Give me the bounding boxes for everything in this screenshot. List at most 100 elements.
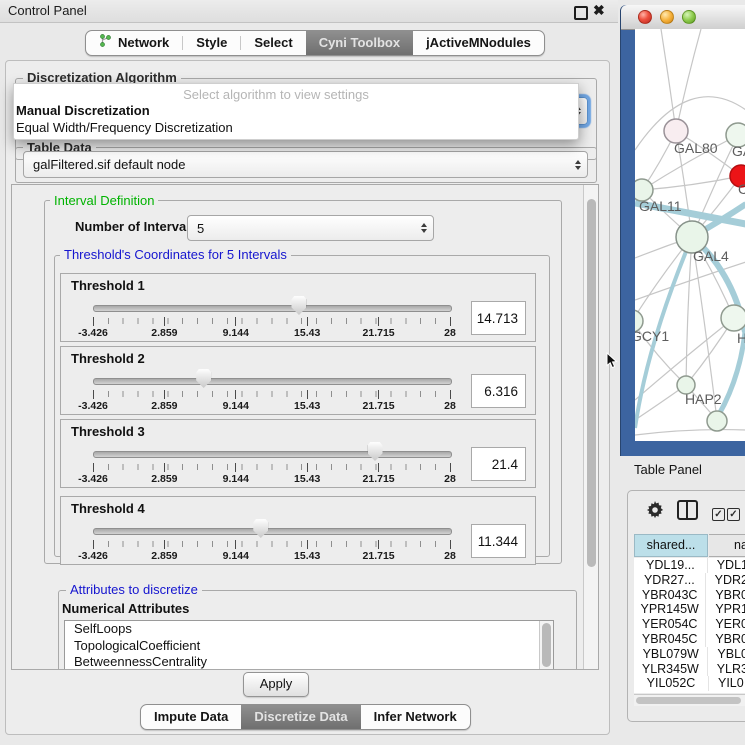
threshold-3-value-field[interactable]: 21.4 — [471, 447, 526, 481]
control-panel-titlebar: Control Panel — [0, 0, 618, 23]
network-view-window: GAL80GAGAL11CGAL4GCY1HHAP2 — [620, 5, 745, 456]
major-tick — [164, 390, 165, 399]
table-row[interactable]: YLR345WYLR3 — [634, 662, 745, 677]
number-of-intervals-value: 5 — [197, 216, 204, 240]
threshold-4-slider-thumb[interactable] — [253, 519, 268, 538]
tick-label: 15.43 — [294, 473, 320, 485]
network-edge[interactable] — [635, 430, 745, 435]
tab-network[interactable]: Network — [86, 31, 182, 55]
slider-ticks — [93, 540, 450, 549]
panel-title: Control Panel — [8, 3, 87, 18]
major-tick — [93, 317, 94, 326]
checkbox-icon[interactable]: ✓ — [727, 508, 740, 521]
column-header-name[interactable]: na — [709, 534, 745, 557]
table-row[interactable]: YER054CYER0 — [634, 617, 745, 632]
threshold-3-label: Threshold 3 — [71, 424, 145, 439]
threshold-4-box: Threshold 4 -3.4262.8599.14415.4321.7152… — [60, 496, 536, 565]
major-tick — [378, 390, 379, 399]
table-row[interactable]: YDR27...YDR2 — [634, 573, 745, 588]
network-node[interactable] — [707, 411, 727, 431]
tick-label: 21.715 — [363, 327, 395, 339]
attributes-scrollbar-thumb[interactable] — [542, 623, 551, 667]
table-scrollbar-thumb[interactable] — [636, 697, 741, 704]
pane-scrollbar-thumb[interactable] — [587, 199, 596, 567]
table-row[interactable]: YBR043CYBR0 — [634, 588, 745, 603]
network-edge[interactable] — [686, 237, 692, 385]
attribute-item[interactable]: BetweennessCentrality — [65, 654, 553, 670]
settings-scroll-pane: Interval Definition Number of Intervals … — [11, 184, 599, 670]
threshold-1-label: Threshold 1 — [71, 278, 145, 293]
attribute-item[interactable]: SelfLoops — [65, 621, 553, 638]
interval-definition-title: Interval Definition — [50, 194, 158, 207]
tab-discretize-data[interactable]: Discretize Data — [241, 705, 360, 729]
major-tick — [235, 390, 236, 399]
node-label: HAP2 — [685, 391, 722, 407]
threshold-1-slider-track[interactable] — [93, 305, 452, 312]
table-panel-title: Table Panel — [634, 462, 702, 477]
table-horizontal-scrollbar[interactable] — [634, 694, 745, 706]
network-graph[interactable]: GAL80GAGAL11CGAL4GCY1HHAP2 — [635, 29, 745, 441]
threshold-3-slider-track[interactable] — [93, 451, 452, 458]
major-tick — [164, 540, 165, 549]
tick-label: 15.43 — [294, 400, 320, 412]
close-traffic-light-icon[interactable] — [638, 10, 652, 24]
threshold-4-slider-track[interactable] — [93, 528, 452, 535]
table-row[interactable]: YIL052CYIL0 — [634, 676, 745, 691]
numerical-attributes-list[interactable]: SelfLoopsTopologicalCoefficientBetweenne… — [64, 620, 554, 670]
tab-infer-network[interactable]: Infer Network — [361, 705, 470, 729]
table-row[interactable]: YDL19...YDL1 — [634, 558, 745, 573]
column-layout-icon[interactable] — [677, 500, 698, 520]
tick-label: -3.426 — [78, 550, 108, 562]
tick-label: 28 — [444, 473, 456, 485]
gear-icon[interactable] — [646, 501, 664, 522]
attributes-list-scrollbar[interactable] — [539, 621, 553, 670]
pane-scrollbar[interactable] — [583, 185, 599, 669]
threshold-1-slider-thumb[interactable] — [291, 296, 306, 315]
option-equal-width-frequency[interactable]: Equal Width/Frequency Discretization — [16, 120, 233, 135]
network-node[interactable] — [721, 305, 745, 331]
checkbox-icon[interactable]: ✓ — [712, 508, 725, 521]
apply-button[interactable]: Apply — [243, 672, 309, 697]
table-row[interactable]: YBR045CYBR0 — [634, 632, 745, 647]
bottom-tab-bar: Impute Data Discretize Data Infer Networ… — [140, 704, 471, 730]
tab-network-label: Network — [118, 31, 169, 55]
major-tick — [235, 540, 236, 549]
threshold-2-slider-thumb[interactable] — [196, 369, 211, 388]
network-edge[interactable] — [676, 29, 701, 131]
threshold-3-slider-thumb[interactable] — [368, 442, 383, 461]
table-data-combobox[interactable]: galFiltered.sif default node — [23, 151, 588, 178]
network-edge[interactable] — [661, 29, 676, 131]
minimize-traffic-light-icon[interactable] — [660, 10, 674, 24]
tab-style[interactable]: Style — [183, 31, 240, 55]
table-row[interactable]: YPR145WYPR1 — [634, 602, 745, 617]
threshold-2-value-field[interactable]: 6.316 — [471, 374, 526, 408]
tab-impute-data[interactable]: Impute Data — [141, 705, 241, 729]
major-tick — [450, 390, 451, 399]
tick-label: -3.426 — [78, 400, 108, 412]
major-tick — [378, 540, 379, 549]
tick-label: 9.144 — [223, 327, 249, 339]
threshold-2-slider-track[interactable] — [93, 378, 452, 385]
major-tick — [307, 317, 308, 326]
close-icon[interactable]: ✖ — [593, 2, 605, 19]
tab-select[interactable]: Select — [241, 31, 305, 55]
network-canvas[interactable]: GAL80GAGAL11CGAL4GCY1HHAP2 — [635, 29, 745, 441]
network-window-titlebar[interactable] — [621, 5, 745, 30]
threshold-4-value-field[interactable]: 11.344 — [471, 524, 526, 558]
threshold-1-value-field[interactable]: 14.713 — [471, 301, 526, 335]
attribute-item[interactable]: TopologicalCoefficient — [65, 638, 553, 655]
option-manual-discretization[interactable]: Manual Discretization — [16, 103, 150, 118]
tab-jactivemnodules[interactable]: jActiveMNodules — [413, 31, 544, 55]
tick-label: 2.859 — [151, 550, 177, 562]
number-of-intervals-combobox[interactable]: 5 — [187, 215, 434, 241]
network-edge[interactable] — [642, 176, 741, 190]
cyni-toolbox-panel: Discretization Algorithm Table Data galF… — [5, 60, 610, 735]
float-window-icon[interactable] — [574, 6, 588, 20]
slider-ticks — [93, 463, 450, 472]
major-tick — [93, 540, 94, 549]
column-header-shared[interactable]: shared... — [634, 534, 708, 557]
threshold-4-label: Threshold 4 — [71, 501, 145, 516]
tab-cyni-toolbox[interactable]: Cyni Toolbox — [306, 31, 413, 55]
table-row[interactable]: YBL079WYBL0 — [634, 647, 745, 662]
zoom-traffic-light-icon[interactable] — [682, 10, 696, 24]
